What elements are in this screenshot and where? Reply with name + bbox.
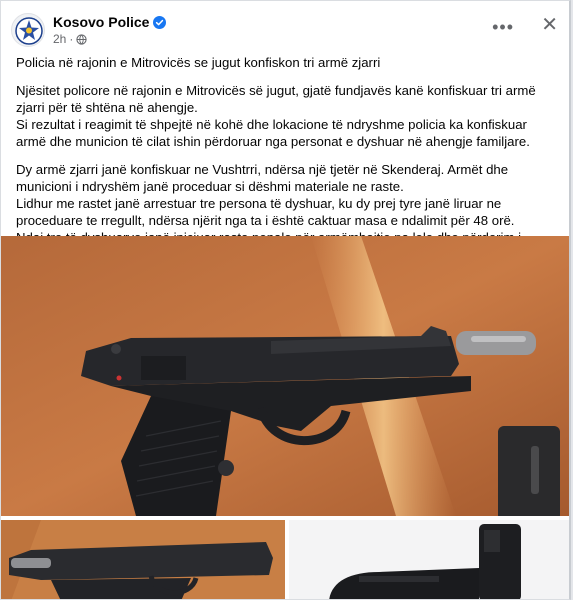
author-name[interactable]: Kosovo Police [53, 14, 149, 30]
kosovo-police-avatar[interactable] [11, 13, 45, 47]
post-line: Lidhur me rastet janë arrestuar tre pers… [16, 196, 515, 228]
post-title: Policia në rajonin e Mitrovicës se jugut… [16, 55, 381, 70]
photo-main-pistol[interactable] [1, 236, 569, 516]
pistol-photo [1, 236, 569, 516]
police-emblem-icon [15, 17, 43, 45]
post-line: Dy armë zjarri janë konfiskuar ne Vushtr… [16, 162, 509, 194]
photo-pistol-2[interactable] [1, 520, 285, 599]
close-icon[interactable]: ✕ [541, 15, 558, 35]
post-line: Njësitet policore në rajonin e Mitrovicë… [16, 83, 536, 115]
post-line: Si rezultat i reagimit të shpejtë në koh… [16, 117, 530, 149]
photo-pistol-3[interactable] [289, 520, 569, 599]
pistol-photo-2 [1, 520, 285, 599]
more-options-icon[interactable]: ••• [492, 17, 514, 38]
post-header: Kosovo Police 2h · ••• ✕ [1, 1, 569, 51]
pistol-photo-3 [289, 520, 569, 599]
globe-icon[interactable] [76, 33, 87, 45]
meta-dot: · [69, 32, 74, 46]
verified-badge-icon [153, 15, 167, 29]
post-meta: 2h · [53, 32, 87, 46]
post-photos [1, 236, 569, 599]
post-author[interactable]: Kosovo Police [53, 14, 167, 30]
post-paragraph-1: Njësitet policore në rajonin e Mitrovicë… [16, 82, 559, 150]
post-time[interactable]: 2h [53, 32, 66, 46]
facebook-post: Kosovo Police 2h · ••• ✕ Policia në rajo… [0, 0, 571, 600]
